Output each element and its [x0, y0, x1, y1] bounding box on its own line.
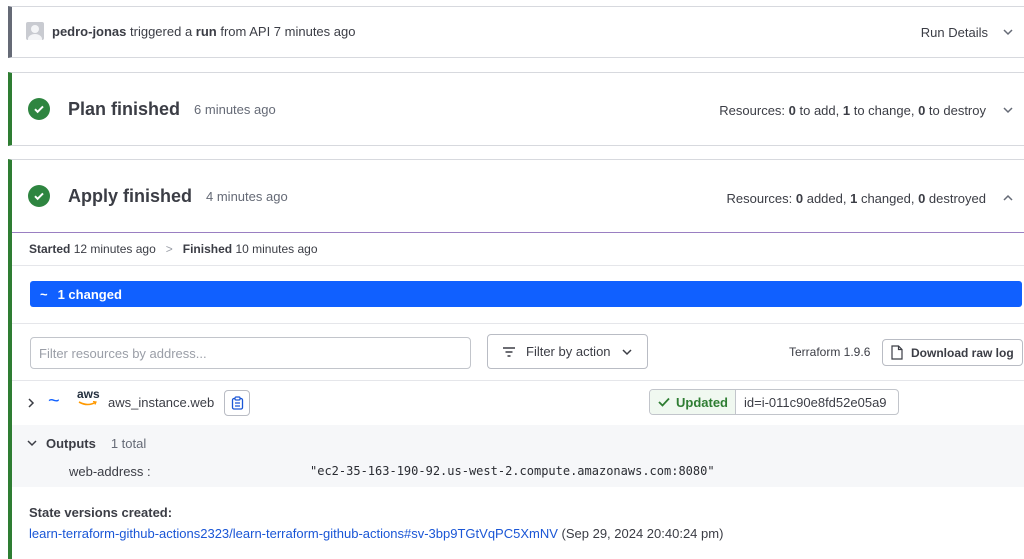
run-details-toggle[interactable]: Run Details: [921, 24, 1016, 40]
provider-label: aws: [77, 387, 100, 401]
apply-changed-text: changed,: [857, 190, 919, 206]
run-details-label: Run Details: [920, 24, 988, 40]
filter-placeholder: Filter resources by address...: [39, 345, 207, 361]
check-circle-icon: [28, 98, 50, 120]
plan-change-text: to change,: [850, 102, 919, 118]
trigger-user[interactable]: pedro-jonas: [52, 24, 126, 39]
tilde-icon: ~: [40, 286, 48, 302]
clipboard-icon: [231, 396, 243, 410]
divider: [12, 265, 1024, 266]
apply-header: Apply finished 4 minutes ago: [28, 185, 288, 207]
plan-add-text: to add,: [795, 102, 843, 118]
apply-resources-summary[interactable]: Resources: 0 added, 1 changed, 0 destroy…: [727, 190, 1017, 206]
trigger-text: pedro-jonas triggered a run from API 7 m…: [52, 24, 355, 39]
resource-row[interactable]: ~ aws aws_instance.web Updated id=i-011c…: [12, 381, 1024, 425]
plan-resources-label: Resources:: [719, 102, 786, 118]
apply-added-count: 0: [795, 190, 804, 206]
trigger-run-word: run: [195, 23, 217, 39]
download-raw-log-button[interactable]: Download raw log: [882, 339, 1023, 366]
apply-time: 4 minutes ago: [206, 188, 288, 204]
apply-card: Apply finished 4 minutes ago Resources: …: [8, 159, 1024, 559]
plan-resources-summary[interactable]: Resources: 0 to add, 1 to change, 0 to d…: [719, 102, 1016, 118]
plan-destroy-count: 0: [918, 102, 926, 118]
header-divider: [12, 232, 1024, 233]
apply-title: Apply finished: [68, 185, 193, 206]
outputs-section: Outputs 1 total web-address : "ec2-35-16…: [12, 425, 1024, 487]
apply-timeline: Started 12 minutes ago > Finished 10 min…: [29, 242, 318, 256]
download-raw-log-label: Download raw log: [911, 345, 1014, 360]
apply-resources-label: Resources:: [726, 190, 793, 206]
resource-status-badge: Updated id=i-011c90e8fd52e05a9: [649, 389, 899, 415]
plan-header: Plan finished 6 minutes ago: [28, 98, 276, 120]
changed-bar-label: 1 changed: [57, 286, 122, 302]
started-time: 12 minutes ago: [73, 242, 156, 256]
document-icon: [891, 345, 903, 360]
trigger-text-mid: triggered a: [126, 23, 196, 39]
output-key: web-address :: [69, 464, 151, 479]
avatar: [26, 22, 44, 40]
output-value: "ec2-35-163-190-92.us-west-2.compute.ama…: [310, 464, 715, 478]
plan-card[interactable]: Plan finished 6 minutes ago Resources: 0…: [8, 72, 1024, 146]
updated-status: Updated: [650, 390, 736, 414]
resource-name: aws_instance.web: [108, 395, 215, 410]
outputs-title: Outputs: [46, 435, 96, 451]
chevron-right-icon[interactable]: [24, 396, 38, 410]
filter-by-action-button[interactable]: Filter by action: [487, 334, 648, 369]
apply-destroyed-count: 0: [918, 190, 926, 206]
finished-time: 10 minutes ago: [235, 242, 318, 256]
aws-logo-icon: aws: [77, 387, 100, 407]
timeline-separator: >: [165, 242, 173, 256]
chevron-down-icon: [27, 440, 37, 447]
apply-changed-count: 1: [850, 190, 858, 206]
change-symbol: ~: [48, 390, 60, 412]
outputs-total: 1 total: [110, 435, 147, 451]
chevron-down-icon: [622, 348, 632, 355]
changed-filter-bar[interactable]: ~ 1 changed: [30, 281, 1022, 307]
plan-time: 6 minutes ago: [194, 101, 276, 117]
state-version-date: (Sep 29, 2024 20:40:24 pm): [557, 526, 724, 541]
check-icon: [658, 397, 670, 407]
filter-by-action-label: Filter by action: [526, 344, 611, 359]
state-version-entry: learn-terraform-github-actions2323/learn…: [29, 526, 723, 541]
check-circle-icon: [28, 185, 50, 207]
state-versions-title: State versions created:: [29, 505, 173, 520]
started-label: Started: [29, 242, 71, 256]
filter-resources-input[interactable]: Filter resources by address...: [30, 337, 471, 369]
plan-destroy-text: to destroy: [925, 102, 986, 118]
copy-button[interactable]: [224, 390, 250, 416]
chevron-down-icon: [1003, 29, 1013, 36]
outputs-toggle[interactable]: Outputs 1 total: [24, 435, 146, 451]
trigger-info: pedro-jonas triggered a run from API 7 m…: [26, 22, 355, 40]
filter-icon: [503, 346, 515, 357]
plan-title: Plan finished: [68, 98, 181, 119]
state-version-link[interactable]: learn-terraform-github-actions2323/learn…: [29, 526, 558, 541]
apply-destroyed-text: destroyed: [925, 190, 986, 206]
trigger-text-rest: from API 7 minutes ago: [216, 23, 356, 39]
resource-id: id=i-011c90e8fd52e05a9: [744, 394, 887, 410]
apply-added-text: added,: [803, 190, 851, 206]
plan-add-count: 0: [788, 102, 796, 118]
chevron-down-icon: [1003, 107, 1013, 114]
chevron-up-icon: [1003, 194, 1013, 201]
plan-change-count: 1: [842, 102, 851, 118]
updated-label: Updated: [676, 394, 728, 410]
divider: [12, 323, 1024, 324]
terraform-version: Terraform 1.9.6: [789, 345, 871, 359]
run-trigger-card: pedro-jonas triggered a run from API 7 m…: [8, 6, 1024, 58]
finished-label: Finished: [182, 242, 233, 256]
